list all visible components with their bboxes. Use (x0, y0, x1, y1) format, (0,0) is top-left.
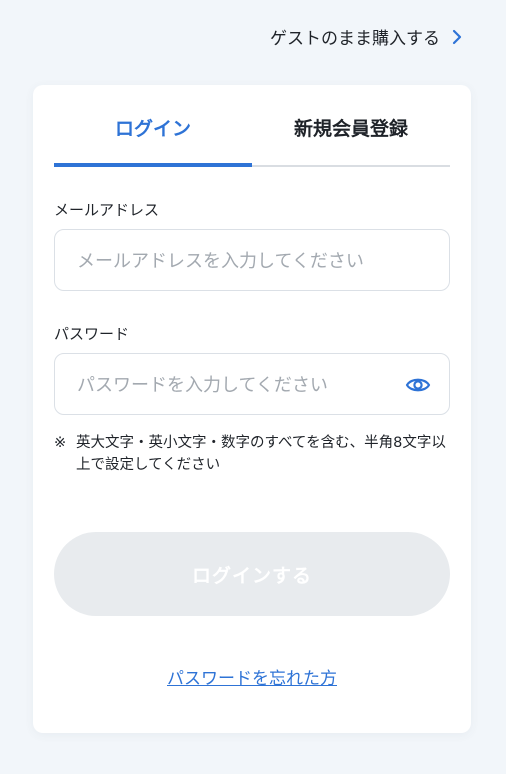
tab-bar: ログイン 新規会員登録 (54, 85, 450, 167)
tab-login[interactable]: ログイン (54, 85, 252, 167)
email-placeholder: メールアドレスを入力してください (77, 251, 364, 272)
note-text: 英大文字・英小文字・数字のすべてを含む、半角8文字以上で設定してください (76, 435, 446, 473)
password-label: パスワード (54, 325, 130, 343)
tab-register-label: 新規会員登録 (293, 117, 408, 140)
login-card: ログイン 新規会員登録 メールアドレス メールアドレスを入力してください パスワ… (33, 85, 471, 733)
password-placeholder: パスワードを入力してください (77, 375, 328, 396)
forgot-password-label: パスワードを忘れた方 (167, 669, 337, 689)
chevron-right-icon (452, 29, 462, 44)
tab-login-label: ログイン (114, 117, 191, 140)
email-field[interactable]: メールアドレスを入力してください (54, 229, 450, 291)
guest-purchase-link[interactable]: ゲストのまま購入する (270, 24, 464, 49)
login-button[interactable]: ログインする (54, 532, 450, 616)
tab-register[interactable]: 新規会員登録 (252, 85, 450, 165)
guest-purchase-label: ゲストのまま購入する (270, 29, 440, 49)
email-label: メールアドレス (54, 201, 160, 219)
password-field[interactable]: パスワードを入力してください (54, 353, 450, 415)
eye-icon[interactable] (405, 373, 431, 397)
forgot-password-link[interactable]: パスワードを忘れた方 (33, 664, 471, 689)
note-mark: ※ (54, 435, 67, 451)
password-requirement-note: ※ 英大文字・英小文字・数字のすべてを含む、半角8文字以上で設定してください (54, 432, 450, 476)
